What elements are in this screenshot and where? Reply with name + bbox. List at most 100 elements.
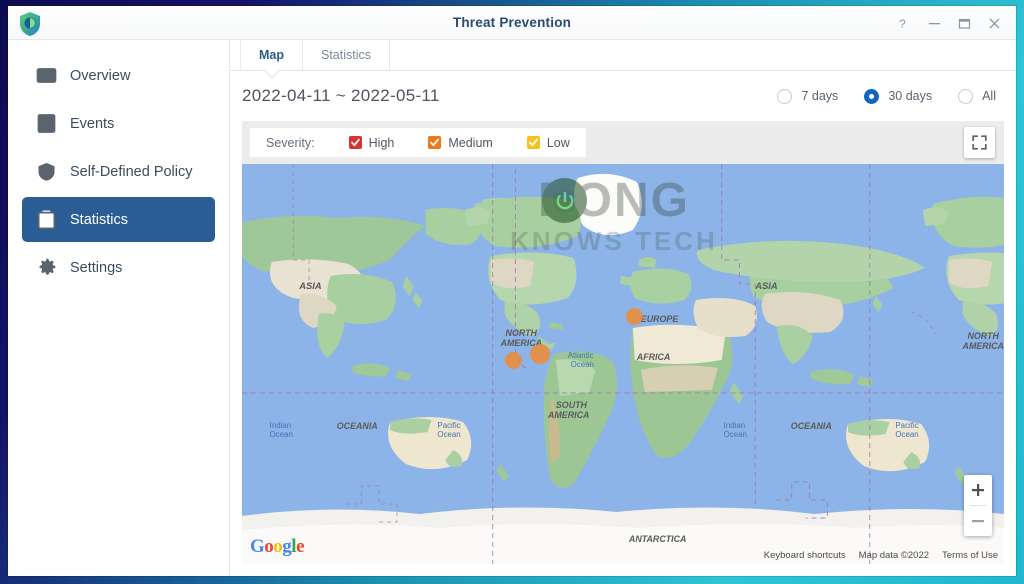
radio-indicator — [864, 88, 880, 104]
map-label: ASIA — [754, 280, 778, 291]
radio-30-days[interactable]: 30 days — [864, 88, 933, 104]
map-label: NORTH — [967, 331, 999, 341]
google-logo: Google — [250, 536, 304, 558]
sidebar-item-overview[interactable]: Overview — [22, 53, 215, 98]
checkbox-checked-icon — [526, 136, 540, 149]
shield-icon — [36, 161, 57, 182]
radio-label: 7 days — [801, 89, 839, 103]
tab-label: Statistics — [321, 48, 372, 62]
map-label-layer: ASIA ASIANORTHAMERICANORTHAMERICAEUROPEAF… — [270, 280, 1004, 544]
map-canvas[interactable]: ASIA ASIA NORTH AMERICA NORTH AMERICA EUROPE AF… — [242, 164, 1004, 564]
map-label: SOUTH — [556, 400, 588, 410]
severity-checkbox-high[interactable]: High — [348, 135, 395, 150]
sidebar-item-label: Overview — [70, 67, 131, 84]
map-label: OCEANIA — [791, 421, 832, 431]
sidebar-item-self-defined-policy[interactable]: Self-Defined Policy — [22, 149, 215, 194]
sidebar-item-events[interactable]: Events — [22, 101, 215, 146]
svg-text:?: ? — [899, 17, 906, 30]
help-button[interactable]: ? — [890, 10, 918, 36]
severity-legend-strip: Severity: High Medium Low — [242, 121, 1004, 164]
chart-icon — [36, 209, 57, 230]
google-logo-letter: e — [296, 536, 304, 557]
expand-icon[interactable] — [964, 127, 995, 158]
sidebar-item-label: Settings — [70, 259, 123, 276]
severity-label: Severity: — [266, 135, 315, 150]
map-zoom-controls — [964, 475, 992, 536]
map-data-text: Map data ©2022 — [858, 550, 930, 561]
map-label: Indian — [270, 421, 291, 430]
google-logo-letter: o — [273, 536, 283, 557]
maximize-button[interactable] — [950, 10, 978, 36]
window-controls: ? — [890, 6, 1008, 40]
tab-label: Map — [259, 48, 284, 62]
google-logo-letter: G — [250, 536, 265, 557]
checkbox-checked-icon — [428, 136, 442, 149]
map-label: Atlantic — [568, 351, 594, 360]
radio-indicator — [777, 88, 793, 104]
map-region: Severity: High Medium Low ASIA ASIA NORT… — [230, 121, 1016, 576]
zoom-out-button[interactable] — [964, 506, 992, 536]
tab-statistics[interactable]: Statistics — [303, 40, 391, 70]
map-label: Indian — [724, 421, 745, 430]
checkbox-checked-icon — [348, 136, 362, 149]
window-titlebar: Threat Prevention ? — [8, 6, 1016, 40]
sidebar-item-label: Statistics — [70, 211, 129, 228]
keyboard-shortcuts-link[interactable]: Keyboard shortcuts — [764, 550, 846, 561]
range-radio-group: 7 days 30 days All — [777, 88, 996, 104]
map-label: ASIA — [298, 280, 322, 291]
map-label: OCEANIA — [337, 421, 378, 431]
map-attribution: Keyboard shortcuts Map data ©2022 Terms … — [764, 550, 998, 561]
marker-europe[interactable] — [626, 307, 644, 325]
date-range-row: 2022-04-11 ~ 2022-05-11 7 days 30 days A… — [230, 71, 1016, 121]
map-label: Ocean — [270, 430, 293, 439]
sidebar-item-settings[interactable]: Settings — [22, 245, 215, 290]
map-label: AMERICA — [962, 341, 1004, 351]
sidebar: Overview Events Self-Defined Policy Stat… — [8, 40, 230, 576]
radio-all[interactable]: All — [958, 88, 996, 104]
radio-indicator — [958, 88, 974, 104]
map-container[interactable]: Severity: High Medium Low ASIA ASIA NORT… — [242, 121, 1004, 564]
terms-of-use-link[interactable]: Terms of Use — [942, 550, 998, 561]
window-body: Overview Events Self-Defined Policy Stat… — [8, 40, 1016, 576]
gear-icon — [36, 257, 57, 278]
map-label: Ocean — [437, 430, 460, 439]
severity-checkbox-medium[interactable]: Medium — [428, 135, 493, 150]
map-label: Ocean — [724, 430, 747, 439]
radio-label: 30 days — [888, 89, 933, 103]
map-label: Ocean — [895, 430, 918, 439]
google-logo-letter: g — [282, 536, 292, 557]
map-label: Pacific — [437, 421, 460, 430]
sidebar-item-label: Self-Defined Policy — [70, 163, 193, 180]
severity-legend: Severity: High Medium Low — [250, 128, 586, 157]
tab-bar: Map Statistics — [230, 40, 1016, 71]
minimize-button[interactable] — [920, 10, 948, 36]
desktop-background: Threat Prevention ? Overview Events Self… — [0, 0, 1024, 584]
map-label: Pacific — [895, 421, 918, 430]
close-button[interactable] — [980, 10, 1008, 36]
list-icon — [36, 113, 57, 134]
map-label: EUROPE — [641, 314, 680, 324]
severity-label-text: High — [368, 135, 395, 150]
severity-label-text: Low — [546, 135, 570, 150]
sidebar-item-label: Events — [70, 115, 115, 132]
marker-us-west[interactable] — [504, 351, 522, 369]
threat-prevention-window: Threat Prevention ? Overview Events Self… — [8, 6, 1016, 576]
radio-label: All — [982, 89, 996, 103]
sidebar-item-statistics[interactable]: Statistics — [22, 197, 215, 242]
map-label: AMERICA — [547, 410, 589, 420]
severity-checkbox-low[interactable]: Low — [526, 135, 570, 150]
map-label: Ocean — [571, 360, 594, 369]
google-logo-letter: o — [264, 536, 274, 557]
severity-label-text: Medium — [448, 135, 493, 150]
id-card-icon — [36, 65, 57, 86]
tab-map[interactable]: Map — [240, 40, 303, 70]
map-label: AFRICA — [636, 352, 671, 362]
radio-7-days[interactable]: 7 days — [777, 88, 839, 104]
window-title: Threat Prevention — [452, 14, 572, 30]
zoom-in-button[interactable] — [964, 475, 992, 505]
map-label: NORTH — [506, 328, 538, 338]
main-panel: Map Statistics 2022-04-11 ~ 2022-05-11 7… — [230, 40, 1016, 576]
map-label: ANTARCTICA — [628, 534, 687, 544]
marker-us-east[interactable] — [530, 344, 551, 364]
date-range-text: 2022-04-11 ~ 2022-05-11 — [242, 86, 440, 105]
